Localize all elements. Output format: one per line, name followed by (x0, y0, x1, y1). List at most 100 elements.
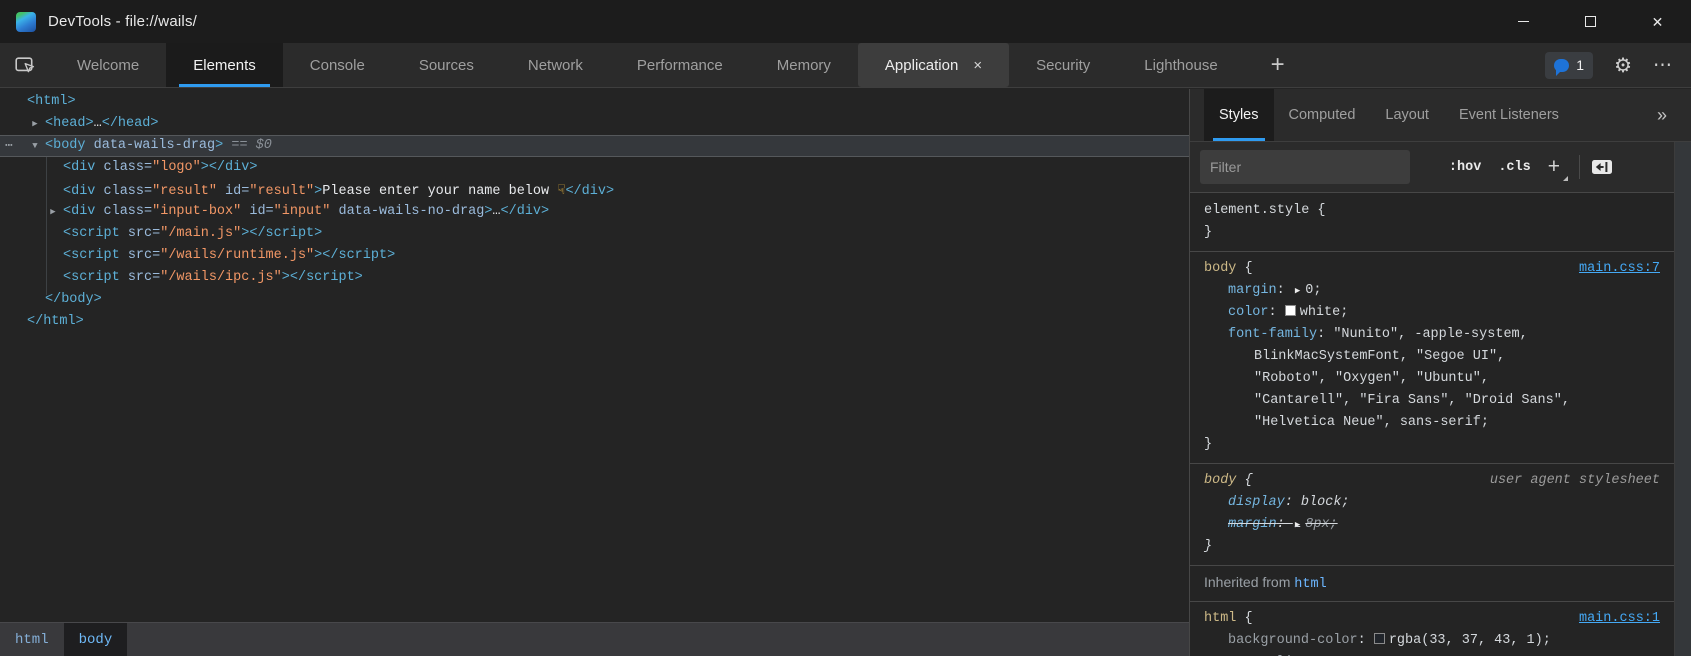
sidebar-tab-layout[interactable]: Layout (1370, 89, 1444, 141)
code-val: "logo" (152, 160, 201, 175)
code-txt: Please enter your name below (322, 184, 557, 199)
css-property-margin[interactable]: margin: ▶0; (1190, 280, 1674, 302)
inspect-element-button[interactable] (0, 43, 50, 87)
code-tag: <body (45, 138, 86, 153)
tab-network[interactable]: Network (501, 43, 610, 87)
collapse-arrow-icon[interactable]: ▼ (29, 136, 41, 156)
tab-sources[interactable]: Sources (392, 43, 501, 87)
tree-row[interactable]: <script src="/wails/ipc.js"></script> (0, 267, 1189, 289)
code-tag: </html> (27, 314, 84, 329)
window-title: DevTools - file://wails/ (48, 13, 197, 30)
tab-memory[interactable]: Memory (750, 43, 858, 87)
styles-filter-input[interactable] (1200, 150, 1410, 184)
property-value[interactable]: 8px; (1305, 517, 1337, 532)
tree-row[interactable]: <script src="/wails/runtime.js"></script… (0, 245, 1189, 267)
inherited-node-link[interactable]: html (1294, 577, 1326, 592)
property-value[interactable]: rgba(33, 37, 43, 1); (1389, 633, 1551, 648)
sidebar-tab-event-listeners[interactable]: Event Listeners (1444, 89, 1574, 141)
sidebar-tab-styles[interactable]: Styles (1204, 89, 1274, 141)
sidebar-scrollbar[interactable] (1674, 142, 1691, 656)
expand-arrow-icon[interactable]: ▶ (47, 201, 59, 223)
new-tab-button[interactable]: + (1259, 43, 1297, 87)
tree-row[interactable]: <div class="logo"></div> (0, 157, 1189, 179)
tree-row[interactable]: ▶<head>…</head> (0, 113, 1189, 135)
rule-header[interactable]: user agent stylesheetbody { (1190, 470, 1674, 492)
color-swatch[interactable] (1374, 633, 1385, 644)
tab-security[interactable]: Security (1009, 43, 1117, 87)
tab-lighthouse[interactable]: Lighthouse (1117, 43, 1244, 87)
css-property-color[interactable]: color: white; (1190, 302, 1674, 324)
close-button[interactable]: ✕ (1624, 0, 1691, 43)
property-value[interactable]: "Nunito", -apple-system, (1333, 327, 1527, 342)
settings-gear-icon[interactable]: ⚙ (1614, 55, 1632, 75)
property-value-continuation[interactable]: "Helvetica Neue", sans-serif; (1190, 412, 1674, 434)
code-val: "/main.js" (160, 226, 241, 241)
pseudo-state-toggle[interactable]: :hov (1449, 160, 1481, 175)
maximize-button[interactable] (1557, 0, 1624, 43)
expand-value-arrow-icon[interactable]: ▶ (1295, 520, 1300, 530)
rule-closing-brace: } (1190, 536, 1674, 558)
more-options-icon[interactable]: ⋯ (1653, 54, 1673, 77)
more-tabs-chevron-icon[interactable]: » (1657, 89, 1667, 141)
property-name[interactable]: margin (1228, 283, 1277, 298)
minimize-button[interactable] (1490, 0, 1557, 43)
tree-row[interactable]: <div class="result" id="result">Please e… (0, 179, 1189, 201)
sidebar-tab-computed[interactable]: Computed (1274, 89, 1371, 141)
property-name[interactable]: display (1228, 495, 1285, 510)
tab-console[interactable]: Console (283, 43, 392, 87)
style-rules-list: element.style {}main.css:7body {margin: … (1190, 194, 1674, 656)
css-property-background-color[interactable]: background-color: rgba(33, 37, 43, 1); (1190, 630, 1674, 652)
property-name[interactable]: margin (1228, 517, 1277, 532)
rule-selector[interactable]: element.style (1204, 203, 1309, 218)
breadcrumb-item-body[interactable]: body (64, 623, 128, 656)
breadcrumb-item-html[interactable]: html (0, 623, 64, 656)
tab-close-icon[interactable]: × (973, 58, 982, 73)
css-property-text-align[interactable]: text-align: (1190, 652, 1674, 656)
tab-performance[interactable]: Performance (610, 43, 750, 87)
rule-selector[interactable]: html (1204, 611, 1236, 626)
stylesheet-link[interactable]: main.css:1 (1579, 608, 1660, 630)
tree-row[interactable]: </body> (0, 289, 1189, 311)
property-name[interactable]: font-family (1228, 327, 1317, 342)
style-rule-element-style: element.style {} (1190, 194, 1674, 252)
property-value[interactable]: block; (1301, 495, 1350, 510)
code-val: "input" (274, 204, 331, 219)
stylesheet-link[interactable]: main.css:7 (1579, 258, 1660, 280)
code-tag: <div (63, 160, 95, 175)
code-val: "result" (152, 184, 217, 199)
rule-header[interactable]: main.css:1html { (1190, 608, 1674, 630)
color-swatch[interactable] (1285, 305, 1296, 316)
tree-row[interactable]: <script src="/main.js"></script> (0, 223, 1189, 245)
tab-elements[interactable]: Elements (166, 43, 283, 87)
tree-row[interactable]: <html> (0, 91, 1189, 113)
computed-sidebar-toggle-button[interactable] (1591, 157, 1613, 177)
issues-counter-button[interactable]: 1 (1545, 52, 1593, 79)
breadcrumb: htmlbody (0, 622, 1189, 656)
rule-selector[interactable]: body (1204, 473, 1236, 488)
rule-header[interactable]: element.style { (1190, 200, 1674, 222)
new-style-rule-button[interactable]: + (1548, 155, 1566, 179)
css-property-display[interactable]: display: block; (1190, 492, 1674, 514)
element-class-toggle[interactable]: .cls (1498, 160, 1530, 175)
inspect-icon (13, 53, 37, 77)
tab-application[interactable]: Application× (858, 43, 1009, 87)
property-value-continuation[interactable]: "Cantarell", "Fira Sans", "Droid Sans", (1190, 390, 1674, 412)
property-value[interactable]: white; (1300, 305, 1349, 320)
code-tag: <div (63, 184, 95, 199)
tab-welcome[interactable]: Welcome (50, 43, 166, 87)
property-value[interactable]: 0; (1305, 283, 1321, 298)
property-name[interactable]: color (1228, 305, 1269, 320)
rule-header[interactable]: main.css:7body { (1190, 258, 1674, 280)
expand-value-arrow-icon[interactable]: ▶ (1295, 286, 1300, 296)
css-property-margin[interactable]: margin: ▶8px; (1190, 514, 1674, 536)
tree-row[interactable]: ▶<div class="input-box" id="input" data-… (0, 201, 1189, 223)
property-value-continuation[interactable]: "Roboto", "Oxygen", "Ubuntu", (1190, 368, 1674, 390)
property-name[interactable]: background-color (1228, 633, 1358, 648)
property-value-continuation[interactable]: BlinkMacSystemFont, "Segoe UI", (1190, 346, 1674, 368)
expand-arrow-icon[interactable]: ▶ (29, 113, 41, 135)
rule-selector[interactable]: body (1204, 261, 1236, 276)
row-overflow-dots[interactable]: ⋯ (5, 136, 14, 156)
tree-row[interactable]: ⋯▼<body data-wails-drag> == $0 (0, 135, 1189, 157)
tree-row[interactable]: </html> (0, 311, 1189, 333)
css-property-font-family[interactable]: font-family: "Nunito", -apple-system, (1190, 324, 1674, 346)
